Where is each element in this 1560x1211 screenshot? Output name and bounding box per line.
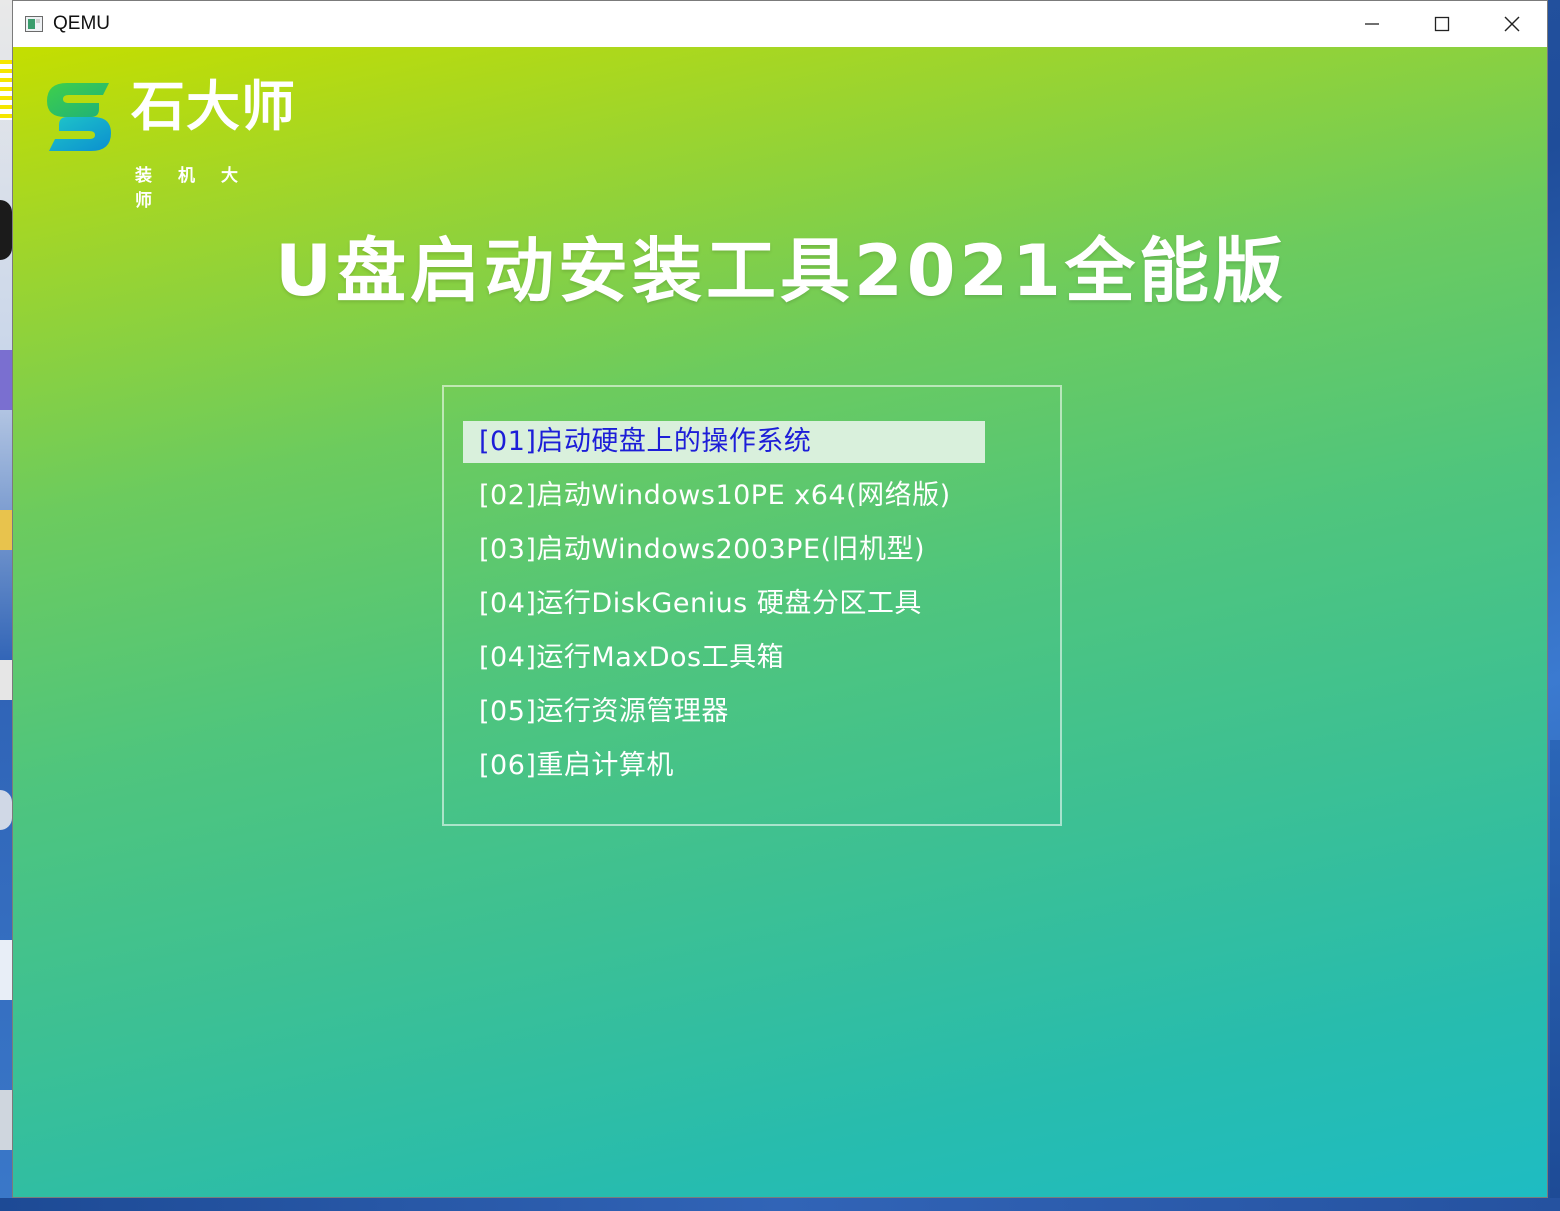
boot-menu-item-03[interactable]: [03]启动Windows2003PE(旧机型) [463,529,985,571]
logo-subtitle: 装机大师 [135,166,264,211]
brand-logo: 石大师 装机大师 [43,75,303,211]
desktop-background-bottom [0,1198,1560,1211]
logo-brand-name: 石大师 [131,75,296,138]
boot-menu-item-04-maxdos[interactable]: [04]运行MaxDos工具箱 [463,637,985,679]
title-bar[interactable]: QEMU [13,1,1547,47]
maximize-icon [1434,16,1450,32]
boot-menu-item-02[interactable]: [02]启动Windows10PE x64(网络版) [463,475,985,517]
close-button[interactable] [1477,1,1547,47]
qemu-window: QEMU 石大师 装机大师 U盘启动安装工具2021全能版 [01]启动硬盘上的… [12,0,1548,1198]
close-icon [1504,16,1520,32]
desktop-background-left [0,0,12,1211]
minimize-button[interactable] [1337,1,1407,47]
boot-menu-item-05[interactable]: [05]运行资源管理器 [463,691,985,733]
qemu-app-icon [25,16,43,32]
maximize-button[interactable] [1407,1,1477,47]
boot-headline: U盘启动安装工具2021全能版 [275,230,1287,312]
guest-boot-screen[interactable]: 石大师 装机大师 U盘启动安装工具2021全能版 [01]启动硬盘上的操作系统 … [13,47,1547,1197]
minimize-icon [1365,23,1379,25]
boot-menu-item-01[interactable]: [01]启动硬盘上的操作系统 [463,421,985,463]
boot-menu-item-06[interactable]: [06]重启计算机 [463,745,985,787]
window-title: QEMU [53,13,110,34]
boot-menu: [01]启动硬盘上的操作系统 [02]启动Windows10PE x64(网络版… [442,385,1062,826]
s-logo-icon [47,83,111,151]
desktop-background-right [1550,740,1560,1211]
boot-menu-item-04-diskgenius[interactable]: [04]运行DiskGenius 硬盘分区工具 [463,583,985,625]
